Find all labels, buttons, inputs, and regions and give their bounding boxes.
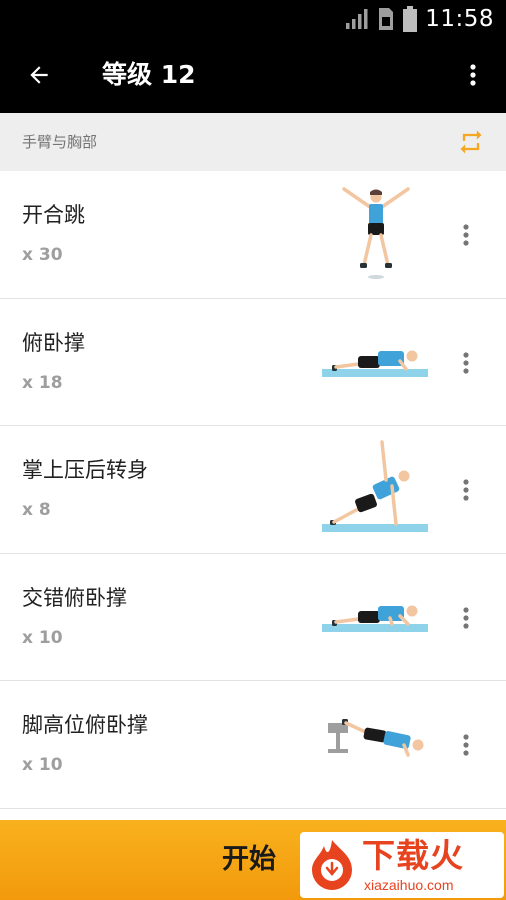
arrow-back-icon xyxy=(30,66,48,84)
exercise-row[interactable]: 俯卧撑 x 18 xyxy=(0,298,506,426)
status-bar: 11:58 xyxy=(0,0,506,38)
exercise-row[interactable]: 掌上压后转身 x 8 xyxy=(0,426,506,554)
back-button[interactable] xyxy=(16,52,62,98)
more-options-button[interactable] xyxy=(450,343,482,383)
watermark-subtitle: xiazaihuo.com xyxy=(364,877,454,893)
more-vert-icon xyxy=(470,64,476,86)
page-title: 等级 12 xyxy=(102,60,196,89)
exercise-row[interactable]: 开合跳 x 30 xyxy=(0,171,506,299)
more-options-button[interactable] xyxy=(450,470,482,510)
watermark-title: 下载火 xyxy=(362,836,464,875)
exercise-name: 脚高位俯卧撑 xyxy=(22,713,148,737)
exercise-count: x 10 xyxy=(22,627,63,648)
flame-logo-icon xyxy=(312,840,352,890)
pushup-rotation-illustration xyxy=(322,440,428,532)
more-vert-icon xyxy=(463,224,469,246)
more-vert-icon xyxy=(463,734,469,756)
decline-pushup-illustration xyxy=(328,719,424,757)
more-options-button[interactable] xyxy=(450,598,482,638)
status-icons: 11:58 xyxy=(345,4,494,34)
swap-button[interactable] xyxy=(454,125,488,159)
repeat-icon xyxy=(460,130,482,154)
watermark: 下载火 xiazaihuo.com xyxy=(300,832,504,898)
battery-icon xyxy=(403,6,418,32)
more-vert-icon xyxy=(463,606,469,629)
exercise-name: 掌上压后转身 xyxy=(22,458,148,482)
more-vert-icon xyxy=(463,479,469,501)
start-button-label: 开始 xyxy=(222,844,276,875)
more-options-button[interactable] xyxy=(450,215,482,255)
exercise-count: x 10 xyxy=(22,755,63,775)
overflow-menu-button[interactable] xyxy=(456,52,490,98)
staggered-pushup-illustration xyxy=(322,605,428,632)
exercise-row[interactable]: 脚高位俯卧撑 x 10 xyxy=(0,681,506,809)
exercise-name: 交错俯卧撑 xyxy=(22,585,127,610)
jumping-jacks-illustration xyxy=(342,187,410,279)
section-header: 手臂与胸部 xyxy=(0,113,506,171)
app-bar: 等级 12 xyxy=(0,38,506,113)
exercise-name: 开合跳 xyxy=(22,203,85,227)
exercise-count: x 8 xyxy=(22,500,51,520)
exercise-name: 俯卧撑 xyxy=(22,330,85,355)
exercise-list: 开合跳 x 30 俯卧撑 x 18 掌上压后转身 x 8 交错俯卧撑 x 10 … xyxy=(0,171,506,809)
section-label: 手臂与胸部 xyxy=(22,133,98,151)
pushup-illustration xyxy=(322,350,428,377)
signal-icon xyxy=(346,9,368,29)
exercise-count: x 30 xyxy=(22,245,63,265)
exercise-count: x 18 xyxy=(22,372,63,393)
more-options-button[interactable] xyxy=(450,725,482,765)
more-vert-icon xyxy=(463,351,469,374)
exercise-row[interactable]: 交错俯卧撑 x 10 xyxy=(0,553,506,681)
sim-card-icon xyxy=(379,8,394,30)
status-time: 11:58 xyxy=(425,6,494,32)
